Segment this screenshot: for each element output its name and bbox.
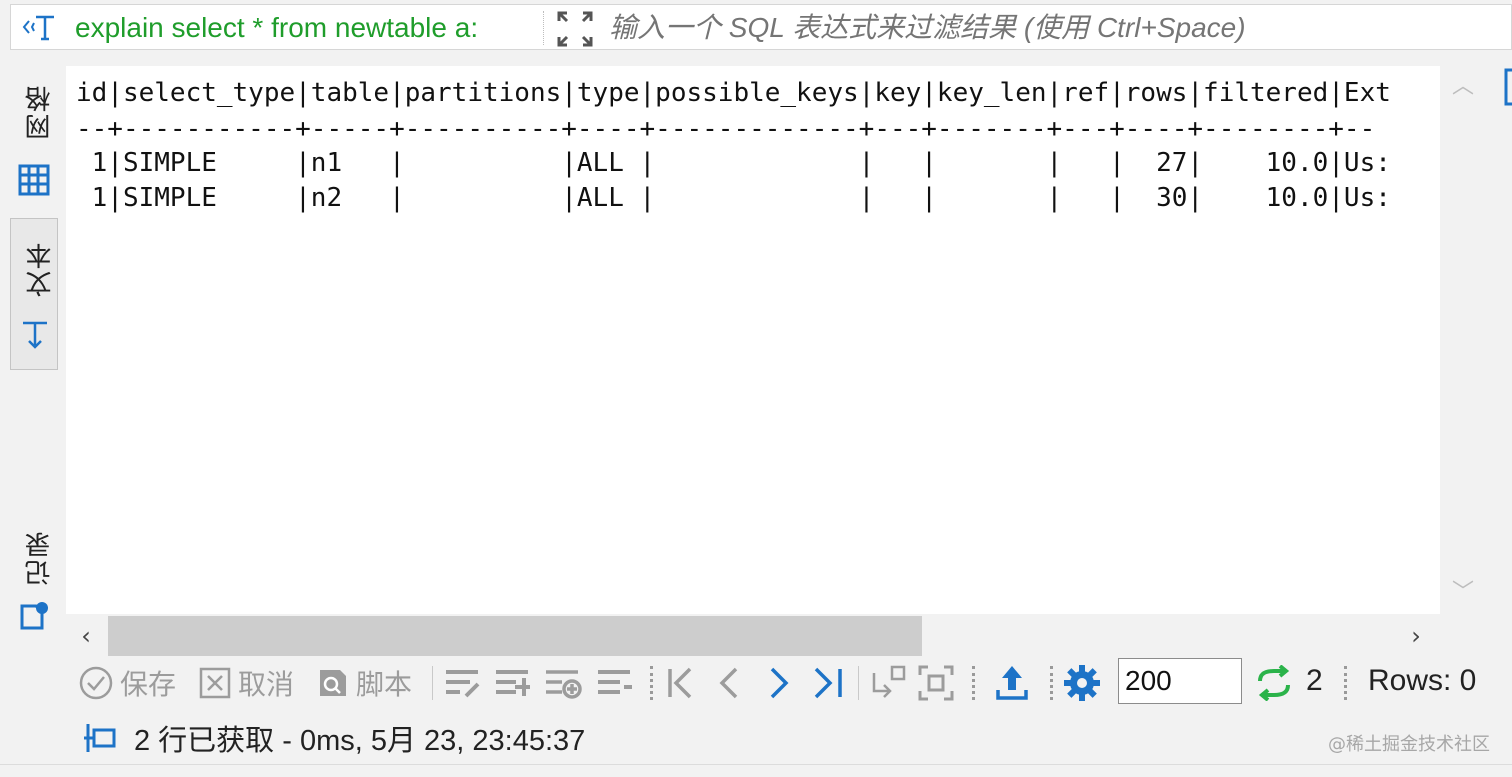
add-row-icon <box>496 670 530 696</box>
script-label: 脚本 <box>356 668 413 701</box>
tab-text[interactable]: 文本 <box>10 218 58 370</box>
toolbar-separator <box>1344 666 1349 700</box>
script-button[interactable]: 脚本 <box>316 658 412 708</box>
add-row-button[interactable] <box>494 658 532 708</box>
first-page-button[interactable] <box>666 658 696 708</box>
last-page-button[interactable] <box>812 658 846 708</box>
tab-record-label: 记录 <box>25 530 55 586</box>
chevron-right-icon <box>770 667 789 699</box>
focus-frame-icon <box>918 665 954 701</box>
refresh-icon <box>1258 665 1290 701</box>
expand-icon[interactable] <box>555 9 595 49</box>
delete-row-icon <box>598 670 632 694</box>
refresh-count: 2 <box>1306 664 1323 697</box>
cancel-button[interactable]: 取消 <box>198 658 294 708</box>
tab-text-label: 文本 <box>26 241 56 297</box>
export-button[interactable] <box>994 658 1030 708</box>
result-header-line: id|select_type|table|partitions|type|pos… <box>76 78 1391 108</box>
sql-text-icon <box>21 13 55 41</box>
result-row-line: 1|SIMPLE |n2 | |ALL | | | | | 30| 10.0|U… <box>76 183 1391 213</box>
result-toolbar: 保存 取消 脚本 200 2 Rows: 0 <box>66 658 1512 708</box>
next-page-button[interactable] <box>766 658 792 708</box>
result-text-panel[interactable]: id|select_type|table|partitions|type|pos… <box>66 66 1440 614</box>
query-bar: explain select * from newtable a: <box>10 4 1512 50</box>
filter-input[interactable] <box>609 11 1489 45</box>
check-circle-icon <box>79 666 113 700</box>
refresh-button[interactable] <box>1254 658 1294 708</box>
status-text: 2 行已获取 - 0ms, 5月 23, 23:45:37 <box>134 725 586 757</box>
query-bar-separator <box>543 11 546 45</box>
grid-icon <box>18 164 50 196</box>
settings-button[interactable] <box>1062 658 1102 708</box>
tab-grid-label: 网格 <box>25 84 55 140</box>
export-panel-button[interactable] <box>870 658 906 708</box>
scroll-down-icon[interactable]: ﹀ <box>1452 582 1474 604</box>
result-row-line: 1|SIMPLE |n1 | |ALL | | | | | 27| 10.0|U… <box>76 148 1391 178</box>
sql-query-text[interactable]: explain select * from newtable a: <box>75 11 541 45</box>
duplicate-row-icon <box>546 670 582 699</box>
gear-icon <box>1064 665 1100 701</box>
status-bar: 2 行已获取 - 0ms, 5月 23, 23:45:37 <box>82 718 585 758</box>
save-button[interactable]: 保存 <box>78 658 176 708</box>
horizontal-scrollbar[interactable]: ‹ › <box>66 616 1440 656</box>
scroll-up-icon[interactable]: ︿ <box>1452 76 1474 98</box>
panel-toggle-icon[interactable] <box>1500 66 1512 110</box>
tab-record[interactable]: 记录 <box>10 520 58 640</box>
toolbar-separator <box>432 666 433 700</box>
record-icon <box>20 602 48 630</box>
scroll-right-icon[interactable]: › <box>1404 624 1428 648</box>
delete-row-button[interactable] <box>596 658 634 708</box>
edit-rows-icon <box>446 670 480 698</box>
scroll-left-icon[interactable]: ‹ <box>74 624 98 648</box>
panel-link-icon <box>872 665 906 698</box>
script-icon <box>320 670 346 696</box>
toolbar-separator <box>972 666 977 700</box>
fetch-size-input[interactable] <box>1118 658 1242 704</box>
rows-count-label: Rows: 0 <box>1368 664 1477 697</box>
last-page-icon <box>814 667 842 699</box>
vertical-scrollbar[interactable]: ︿ ﹀ <box>1442 66 1482 614</box>
close-box-icon <box>199 667 231 699</box>
upload-icon <box>996 666 1028 700</box>
tab-grid[interactable]: 网格 <box>10 70 58 210</box>
previous-page-button[interactable] <box>716 658 742 708</box>
edit-row-button[interactable] <box>444 658 482 708</box>
watermark: @稀土掘金技术社区 <box>1328 734 1490 755</box>
horizontal-scroll-thumb[interactable] <box>108 616 922 656</box>
fetch-status-icon <box>84 724 116 752</box>
cancel-label: 取消 <box>238 668 295 701</box>
bottom-border <box>0 764 1512 777</box>
toolbar-separator <box>1050 666 1055 700</box>
toolbar-separator <box>650 666 655 700</box>
first-page-icon <box>668 667 692 699</box>
fit-view-button[interactable] <box>918 658 954 708</box>
toolbar-separator <box>858 666 859 700</box>
copy-row-button[interactable] <box>544 658 584 708</box>
chevron-left-icon <box>719 667 738 699</box>
result-divider-line: --+-----------+-----+----------+----+---… <box>76 114 1376 144</box>
save-label: 保存 <box>120 668 177 701</box>
text-mode-icon <box>23 321 47 349</box>
